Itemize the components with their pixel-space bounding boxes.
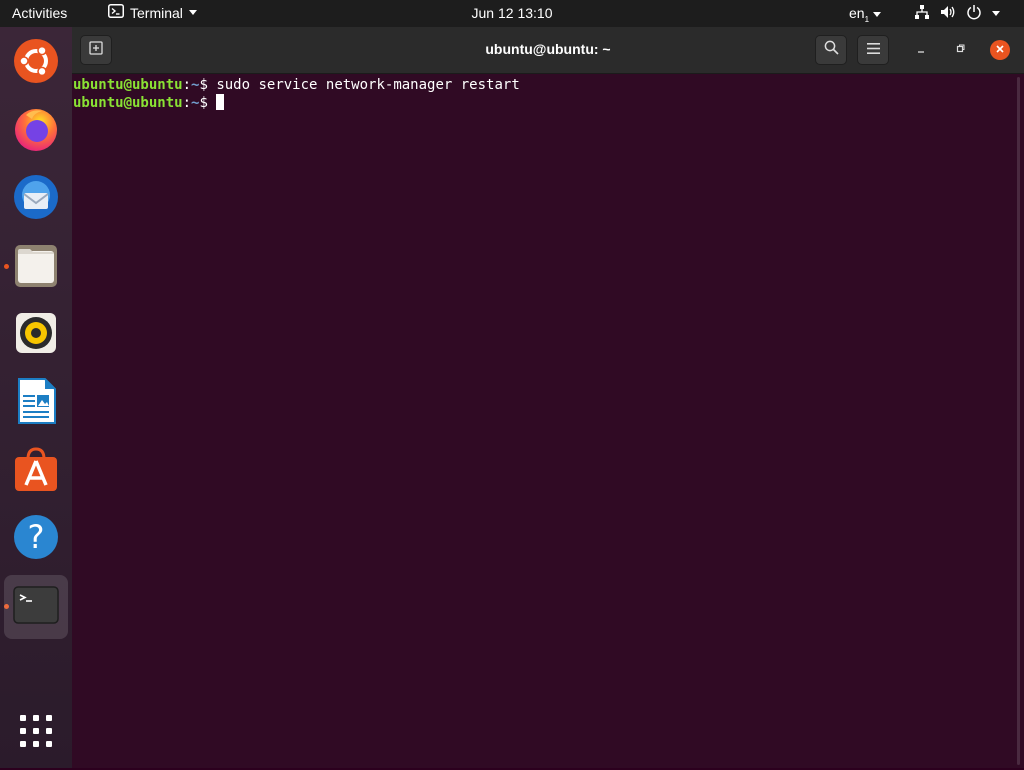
show-applications-button[interactable] — [8, 705, 64, 761]
chevron-down-icon — [873, 11, 882, 17]
prompt-symbol: $ — [199, 95, 208, 111]
terminal-icon — [12, 581, 60, 634]
new-tab-button[interactable] — [80, 35, 112, 65]
close-button[interactable] — [990, 40, 1010, 60]
ubuntu-logo-icon — [12, 37, 60, 90]
app-menu-label: Terminal — [130, 4, 183, 21]
activities-button[interactable]: Activities — [12, 5, 67, 21]
command-input[interactable] — [208, 95, 216, 111]
volume-icon — [940, 4, 956, 23]
terminal-output[interactable]: ubuntu@ubuntu:~$ sudo service network-ma… — [73, 74, 1011, 770]
show-applications-icon — [19, 714, 53, 753]
software-center-icon — [12, 445, 60, 498]
thunderbird-icon — [12, 173, 60, 226]
prompt-separator: : — [182, 95, 192, 111]
minimize-button[interactable] — [911, 40, 931, 60]
firefox-icon — [12, 105, 60, 158]
terminal-line: ubuntu@ubuntu:~$ sudo service network-ma… — [73, 76, 1011, 94]
app-menu[interactable]: Terminal — [108, 4, 197, 21]
dock-item-ubuntu[interactable] — [8, 35, 64, 91]
network-icon — [914, 4, 930, 23]
terminal-window: ubuntu@ubuntu: ~ ubuntu@ubuntu:~$ sudo s… — [72, 27, 1024, 768]
system-menu[interactable] — [914, 4, 1000, 23]
terminal-small-icon — [108, 4, 124, 21]
close-icon — [995, 41, 1005, 59]
text-cursor — [216, 94, 225, 110]
dock: ? — [0, 27, 72, 768]
chevron-down-icon — [188, 10, 197, 15]
hamburger-menu-icon — [866, 41, 880, 59]
prompt-user: ubuntu@ubuntu — [73, 95, 183, 111]
menu-button[interactable] — [857, 35, 889, 65]
window-headerbar: ubuntu@ubuntu: ~ — [72, 27, 1024, 74]
writer-icon — [12, 377, 60, 430]
search-icon — [824, 40, 839, 60]
search-button[interactable] — [815, 35, 847, 65]
dock-item-files[interactable] — [8, 239, 64, 295]
dock-item-thunderbird[interactable] — [8, 171, 64, 227]
terminal-line: ubuntu@ubuntu:~$ — [73, 94, 1011, 112]
language-label: en1 — [849, 5, 870, 24]
clock[interactable]: Jun 12 13:10 — [472, 5, 553, 21]
chevron-down-icon — [992, 11, 1000, 16]
power-icon — [966, 4, 982, 23]
dock-item-terminal[interactable] — [4, 575, 68, 639]
dock-item-ubuntu-software[interactable] — [8, 443, 64, 499]
maximize-button[interactable] — [950, 40, 970, 60]
prompt-user: ubuntu@ubuntu — [73, 77, 183, 93]
files-icon — [12, 241, 60, 294]
dock-item-writer[interactable] — [8, 375, 64, 431]
dock-item-help[interactable]: ? — [8, 511, 64, 567]
top-bar: Activities Terminal Jun 12 13:10 en1 — [0, 0, 1024, 27]
prompt-symbol: $ — [199, 77, 208, 93]
prompt-separator: : — [182, 77, 192, 93]
command-text: sudo service network-manager restart — [207, 77, 520, 93]
dock-item-rhythmbox[interactable] — [8, 307, 64, 363]
terminal-scrollbar[interactable] — [1017, 77, 1020, 765]
rhythmbox-icon — [12, 309, 60, 362]
help-icon: ? — [12, 513, 60, 566]
restore-icon — [955, 41, 965, 59]
dock-item-firefox[interactable] — [8, 103, 64, 159]
keyboard-layout-menu[interactable]: en1 — [849, 5, 882, 24]
new-tab-icon — [89, 40, 103, 60]
minimize-icon — [916, 41, 926, 59]
svg-text:?: ? — [28, 518, 45, 556]
